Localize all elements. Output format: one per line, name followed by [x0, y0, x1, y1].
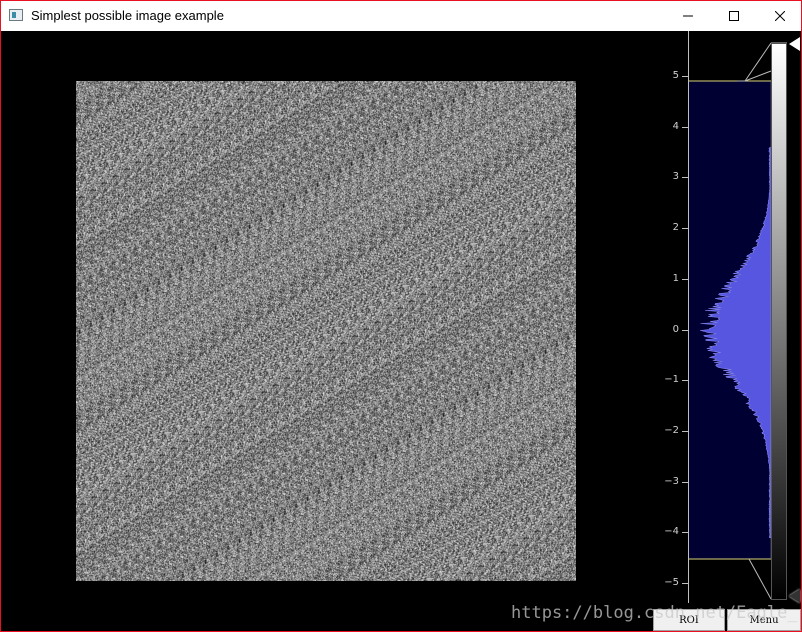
gradient-handle-top[interactable] [789, 37, 800, 51]
axis-tick-label: −5 [664, 577, 679, 588]
axis-tick-label: 3 [672, 171, 679, 183]
window-title: Simplest possible image example [31, 8, 224, 23]
app-icon [9, 9, 23, 21]
axis-tick [682, 532, 688, 534]
maximize-icon [729, 11, 739, 21]
app-window: Simplest possible image example 5 4 3 2 1 0 −1… [0, 0, 802, 632]
axis-tick [682, 481, 688, 483]
axis-tick [682, 430, 688, 432]
close-icon [775, 11, 785, 21]
gradient-handle-bottom[interactable] [789, 589, 800, 603]
graphics-view[interactable]: 5 4 3 2 1 0 −1 −2 −3 −4 −5 ROI Menu https://blog.c [1, 31, 801, 631]
title-bar[interactable]: Simplest possible image example [1, 1, 801, 31]
roi-button[interactable]: ROI [653, 609, 725, 631]
gradient-editor[interactable] [771, 43, 787, 600]
axis-tick-label: −4 [664, 526, 679, 538]
axis-tick [682, 177, 688, 179]
axis-tick-label: 1 [672, 272, 679, 284]
axis-tick [682, 380, 688, 382]
axis-tick [682, 278, 688, 280]
axis-tick-label: −1 [664, 374, 679, 386]
axis-tick-label: 0 [672, 323, 679, 335]
axis-tick [682, 76, 688, 77]
axis-tick-label: −3 [664, 475, 679, 487]
noise-image-canvas [76, 81, 576, 581]
axis-tick [682, 583, 688, 584]
noise-image[interactable] [76, 81, 576, 581]
axis-tick [682, 228, 688, 230]
minimize-button[interactable] [665, 1, 711, 31]
maximize-button[interactable] [711, 1, 757, 31]
axis-tick [682, 126, 688, 128]
close-button[interactable] [757, 1, 801, 31]
axis-tick-label: 2 [672, 222, 679, 234]
axis-tick-label: 4 [672, 120, 679, 132]
menu-button[interactable]: Menu [727, 609, 801, 631]
axis-tick-label: −2 [664, 424, 679, 436]
axis-tick-label: 5 [672, 70, 679, 81]
minimize-icon [683, 15, 693, 17]
axis-tick [682, 329, 688, 331]
histogram-lut-widget[interactable]: 5 4 3 2 1 0 −1 −2 −3 −4 −5 [649, 31, 801, 603]
